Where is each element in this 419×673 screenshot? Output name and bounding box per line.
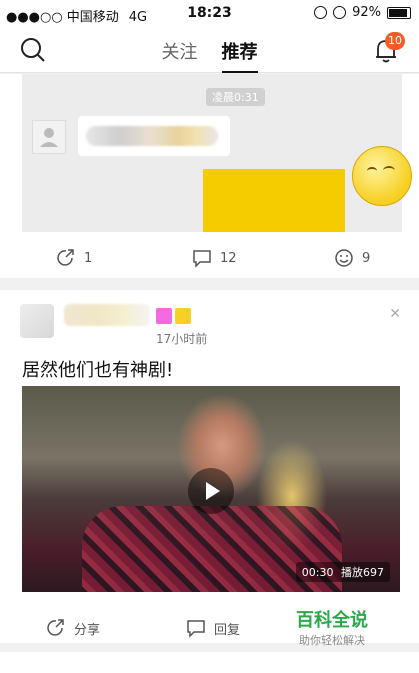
comment-count: 12	[220, 250, 237, 266]
post-time: 17小时前	[156, 332, 208, 346]
like-button[interactable]: 9	[334, 248, 370, 268]
like-count: 9	[362, 250, 371, 266]
feed-card[interactable]: 凌晨0:31 1 12 9	[0, 74, 419, 278]
avatar	[32, 120, 66, 154]
video-meta: 00:30 播放697	[295, 562, 390, 582]
alarm-icon	[333, 6, 347, 19]
chat-bubble	[78, 116, 230, 156]
watermark-title: 百科全说	[296, 610, 368, 631]
notification-badge[interactable]: 10	[385, 32, 405, 50]
blurred-username[interactable]	[64, 304, 150, 326]
watermark-subtitle: 助你轻松解决	[299, 634, 365, 647]
comment-icon	[187, 620, 205, 638]
play-button[interactable]	[188, 468, 234, 514]
video-duration: 00:30	[301, 566, 334, 579]
video-player[interactable]: 00:30 播放697	[22, 386, 400, 592]
like-icon	[335, 249, 353, 267]
feed-tabs: 关注 推荐	[0, 38, 419, 73]
user-badge-icon	[175, 308, 191, 324]
action-bar: 1 12 9	[0, 240, 419, 276]
reply-label: 回复	[214, 622, 241, 638]
user-badge-icon	[156, 308, 172, 324]
video-plays: 播放697	[341, 566, 384, 579]
status-right: 92%	[314, 5, 411, 20]
watermark-logo: 百科全说 助你轻松解决	[296, 606, 368, 648]
top-nav: 关注 推荐 10	[0, 28, 419, 73]
blurred-message	[86, 126, 218, 146]
yellow-image-block	[203, 169, 345, 232]
reply-button[interactable]: 回复	[186, 618, 240, 638]
chat-screenshot-image[interactable]: 凌晨0:31	[22, 74, 412, 232]
share-button[interactable]: 分享	[46, 618, 100, 638]
person-icon	[40, 128, 58, 147]
tab-following[interactable]: 关注	[162, 38, 198, 71]
share-label: 分享	[74, 622, 101, 638]
status-bar: ●●●○○ 中国移动 4G 18:23 92%	[0, 0, 419, 28]
close-icon[interactable]: ✕	[389, 306, 401, 322]
share-count: 1	[84, 250, 93, 266]
chat-timestamp: 凌晨0:31	[206, 88, 265, 106]
comment-icon	[193, 250, 211, 268]
battery-icon	[387, 6, 411, 19]
feed-card[interactable]: 17小时前 ✕ 居然他们也有神剧! 00:30 播放697 分享 回复	[0, 290, 419, 643]
share-icon	[57, 249, 74, 266]
comment-button[interactable]: 12	[192, 248, 237, 268]
next-feed-card[interactable]	[0, 652, 419, 673]
avatar[interactable]	[20, 304, 54, 338]
share-button[interactable]: 1	[56, 248, 92, 268]
smirk-emoji-icon	[352, 146, 412, 206]
rotation-lock-icon	[314, 6, 328, 19]
battery-label: 92%	[352, 5, 381, 20]
share-icon	[47, 619, 64, 636]
post-title[interactable]: 居然他们也有神剧!	[22, 356, 173, 382]
tab-recommended[interactable]: 推荐	[221, 38, 258, 73]
